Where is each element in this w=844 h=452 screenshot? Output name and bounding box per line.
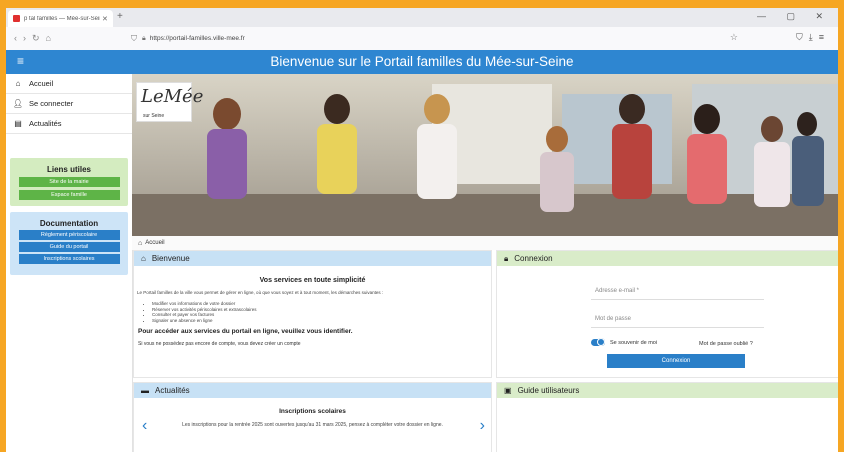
password-field[interactable]: Mot de passe (591, 311, 764, 328)
forward-icon[interactable]: › (23, 33, 32, 43)
reload-icon[interactable]: ↻ (32, 33, 46, 43)
new-tab-button[interactable]: + (117, 11, 123, 22)
tab-title: p tal familles — Mée-sur-Seine (24, 15, 100, 22)
breadcrumb-item[interactable]: Accueil (145, 240, 164, 246)
news-item-text: Les inscriptions pour la rentrée 2025 so… (182, 422, 443, 428)
page-title: Bienvenue sur le Portail familles du Mée… (270, 54, 574, 69)
create-account-link[interactable]: Si vous ne possédez pas encore de compte… (138, 341, 491, 347)
browser-tab[interactable]: p tal familles — Mée-sur-Seine ✕ (8, 10, 113, 27)
welcome-panel-title: Bienvenue (151, 254, 190, 263)
sidebar-item-se-connecter[interactable]: 👤︎ Se connecter (6, 94, 132, 114)
home-icon[interactable]: ⌂ (46, 33, 57, 43)
favicon-icon (13, 15, 20, 22)
url-field[interactable]: ⛉ 🔒︎ https://portail-familles.ville-mee.… (131, 31, 756, 46)
carousel-next-icon[interactable]: › (480, 417, 485, 435)
services-title: Vos services en toute simplicité (259, 277, 366, 284)
documentation-button[interactable]: Guide du portail (18, 242, 120, 252)
news-panel-title: Actualités (155, 386, 190, 395)
shield-icon[interactable]: ⛉ (131, 34, 137, 44)
logo-text: LeMée (141, 86, 204, 107)
town-logo[interactable]: LeMée sur Seine (136, 82, 203, 122)
home-icon[interactable]: ⌂ (138, 240, 142, 247)
bookmark-star-icon[interactable]: ☆ (730, 32, 738, 43)
sidebar-item-label: Accueil (29, 79, 54, 88)
list-item: Signaler une absence en ligne (152, 318, 491, 324)
forgot-password-link[interactable]: Mot de passe oublié ? (699, 341, 753, 347)
useful-links-box: Liens utiles Site de la mairie Espace fa… (10, 158, 128, 206)
services-intro: Le Portail familles de la ville vous per… (137, 290, 384, 295)
news-panel-header: ▬ Actualités (134, 383, 491, 398)
user-guide-panel-header: ▣ Guide utilisateurs (497, 383, 838, 398)
login-panel: 🔒︎ Connexion Adresse e-mail * Mot de pas… (496, 250, 838, 378)
sidebar: ⌂ Accueil 👤︎ Se connecter ▤ Actualités L… (6, 74, 133, 452)
home-icon: ⌂ (15, 79, 21, 88)
user-guide-panel-title: Guide utilisateurs (517, 386, 580, 395)
lock-icon: 🔒︎ (504, 253, 509, 263)
toolbar-icons[interactable]: ⛉⤓≡ (796, 32, 830, 43)
sidebar-item-label: Actualités (29, 119, 62, 128)
user-icon: 👤︎ (12, 99, 24, 108)
window-controls[interactable]: — ▢ ✕ (757, 11, 832, 22)
remember-toggle[interactable] (591, 338, 605, 346)
remember-me[interactable]: Se souvenir de moi (591, 338, 658, 346)
hero-banner: LeMée sur Seine (132, 74, 838, 236)
remember-label: Se souvenir de moi (610, 339, 658, 346)
hero-photo (132, 74, 838, 236)
news-panel: ▬ Actualités ‹ Inscriptions scolaires Le… (133, 382, 492, 452)
user-guide-panel: ▣ Guide utilisateurs (496, 382, 838, 452)
useful-link-button[interactable]: Espace famille (18, 190, 120, 200)
news-icon: ▬ (141, 386, 149, 395)
sidebar-item-accueil[interactable]: ⌂ Accueil (6, 74, 132, 94)
logo-subtitle: sur Seine (143, 113, 165, 119)
login-panel-title: Connexion (514, 254, 553, 263)
back-icon[interactable]: ‹ (14, 33, 23, 43)
welcome-panel-header: ⌂ Bienvenue (134, 251, 491, 266)
shield-toolbar-icon[interactable]: ⛉ (796, 32, 809, 42)
sidebar-item-label: Se connecter (29, 99, 74, 108)
download-icon[interactable]: ⤓ (809, 32, 819, 42)
browser-window: p tal familles — Mée-sur-Seine ✕ + — ▢ ✕… (6, 8, 838, 452)
login-button[interactable]: Connexion (607, 354, 745, 368)
breadcrumb: ⌂ Accueil (132, 236, 838, 250)
email-field[interactable]: Adresse e-mail * (591, 283, 764, 300)
menu-icon[interactable]: ≡ (819, 32, 830, 42)
documentation-button[interactable]: Inscriptions scolaires (18, 254, 120, 264)
documentation-title: Documentation (39, 219, 99, 228)
carousel-prev-icon[interactable]: ‹ (142, 417, 147, 435)
login-panel-header: 🔒︎ Connexion (497, 251, 838, 266)
documentation-button[interactable]: Règlement périscolaire (18, 230, 120, 240)
address-bar: ‹›↻⌂ ⛉ 🔒︎ https://portail-familles.ville… (6, 27, 838, 51)
nav-buttons[interactable]: ‹›↻⌂ (14, 33, 57, 44)
useful-link-button[interactable]: Site de la mairie (18, 177, 120, 187)
documentation-box: Documentation Règlement périscolaire Gui… (10, 212, 128, 275)
access-instructions: Pour accéder aux services du portail en … (138, 328, 353, 335)
services-list: Modifier vos informations de votre dossi… (134, 301, 491, 323)
guide-icon: ▣ (504, 386, 512, 395)
welcome-panel: ⌂ Bienvenue Vos services en toute simpli… (133, 250, 492, 378)
tab-strip: p tal familles — Mée-sur-Seine ✕ + — ▢ ✕ (6, 8, 838, 27)
useful-links-title: Liens utiles (46, 165, 91, 174)
lock-icon[interactable]: 🔒︎ (142, 35, 146, 43)
sidebar-item-actualites[interactable]: ▤ Actualités (6, 114, 132, 134)
url-text[interactable]: https://portail-familles.ville-mee.fr (150, 35, 245, 42)
portal-header: ≡ Bienvenue sur le Portail familles du M… (6, 50, 838, 74)
home-icon: ⌂ (141, 254, 146, 263)
news-icon: ▤ (14, 119, 22, 128)
news-item-title[interactable]: Inscriptions scolaires (134, 408, 491, 415)
close-tab-icon[interactable]: ✕ (102, 15, 108, 23)
